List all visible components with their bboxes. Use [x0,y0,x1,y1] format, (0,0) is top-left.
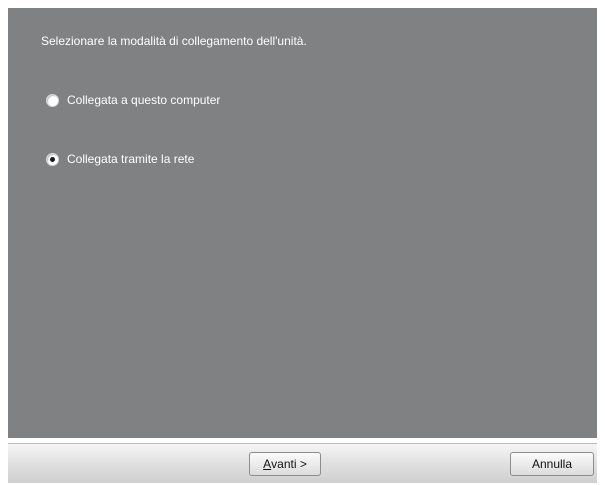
radio-option-local-computer[interactable]: Collegata a questo computer [46,92,220,108]
button-bar: Avanti > Annulla [8,443,597,483]
instruction-text: Selezionare la modalità di collegamento … [41,34,307,48]
radio-button-local-computer[interactable] [46,93,59,107]
next-button[interactable]: Avanti > [249,452,321,476]
next-button-accelerator: A [263,457,272,471]
cancel-button[interactable]: Annulla [510,452,594,476]
connection-mode-dialog: Selezionare la modalità di collegamento … [0,0,605,485]
radio-label-network: Collegata tramite la rete [67,152,195,166]
radio-label-local-computer: Collegata a questo computer [67,93,221,107]
radio-option-network[interactable]: Collegata tramite la rete [46,151,194,167]
cancel-button-label: Annulla [531,457,573,471]
next-button-label: vanti > [271,457,307,471]
radio-button-network[interactable] [46,152,59,166]
content-panel: Selezionare la modalità di collegamento … [8,8,597,438]
